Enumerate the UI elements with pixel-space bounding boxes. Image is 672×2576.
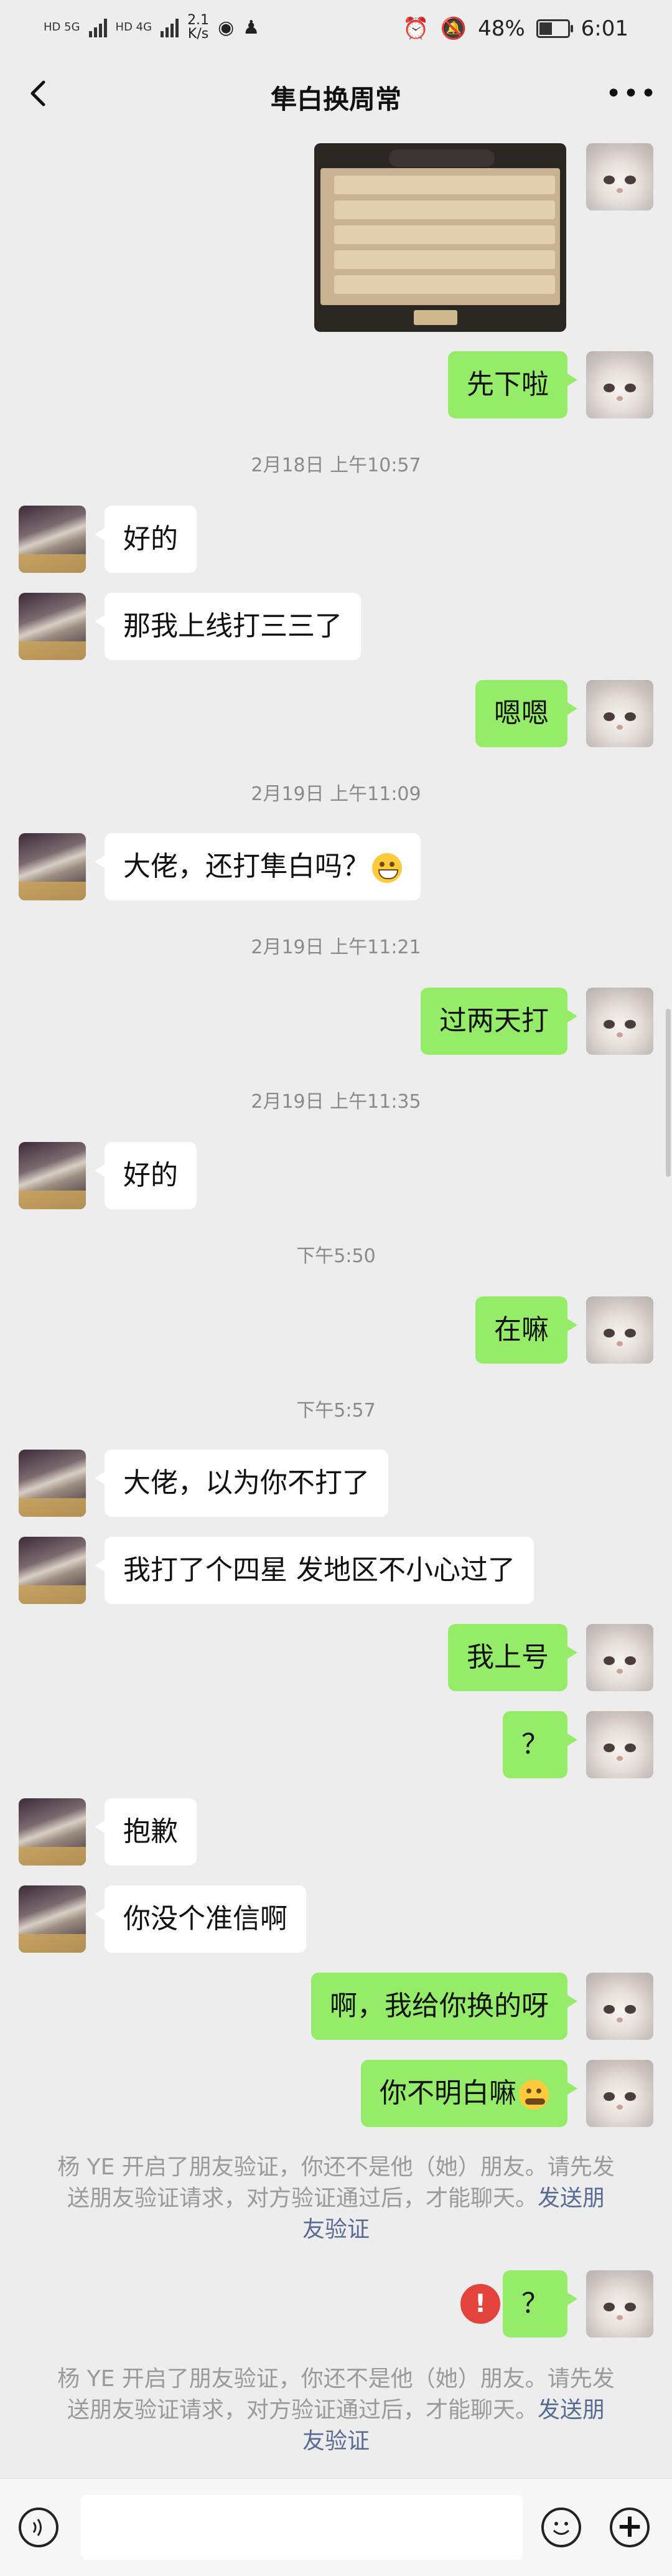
- status-right: ⏰ 🔕 48% 6:01: [403, 16, 628, 41]
- alarm-icon: ⏰: [403, 16, 429, 41]
- message-bubble[interactable]: 在嘛: [475, 1296, 577, 1364]
- image-button: [414, 310, 457, 325]
- status-left: HD 5G HD 4G 2.1 K/s ◉ ♟: [44, 14, 259, 41]
- avatar[interactable]: [586, 2270, 653, 2338]
- avatar[interactable]: [19, 1798, 86, 1866]
- image-row: [334, 275, 555, 294]
- mute-icon: 🔕: [440, 16, 467, 41]
- message-bubble[interactable]: 那我上线打三三了: [95, 593, 361, 660]
- avatar[interactable]: [586, 1296, 653, 1364]
- system-message: 杨 YE 开启了朋友验证，你还不是他（她）朋友。请先发送朋友验证请求，对方验证通…: [57, 2154, 615, 2242]
- image-message[interactable]: [314, 143, 566, 332]
- avatar[interactable]: [19, 1142, 86, 1209]
- avatar[interactable]: [19, 506, 86, 573]
- avatar[interactable]: [19, 1885, 86, 1953]
- input-bar: +: [0, 2478, 672, 2576]
- timestamp: 2月18日 上午10:57: [251, 455, 421, 476]
- avatar[interactable]: [586, 1711, 653, 1778]
- more-dots-icon[interactable]: •••: [605, 76, 656, 111]
- signal-icon: [88, 17, 107, 37]
- message-bubble[interactable]: 嗯嗯: [475, 680, 577, 747]
- image-panel: [320, 168, 560, 305]
- message-bubble[interactable]: 你没个准信啊: [95, 1885, 306, 1953]
- wechat-icon: ◉: [218, 16, 235, 39]
- timestamp: 下午5:57: [296, 1400, 376, 1422]
- message-bubble[interactable]: 抱歉: [95, 1798, 197, 1866]
- avatar[interactable]: [586, 143, 653, 210]
- avatar[interactable]: [586, 1973, 653, 2040]
- avatar[interactable]: [19, 593, 86, 660]
- voice-icon[interactable]: [19, 2508, 58, 2547]
- message-bubble[interactable]: 我打了个四星 发地区不小心过了: [95, 1537, 534, 1604]
- timestamp: 2月19日 上午11:35: [251, 1091, 421, 1113]
- message-bubble[interactable]: 大佬，以为你不打了: [95, 1450, 388, 1517]
- avatar[interactable]: [586, 988, 653, 1055]
- status-bar: HD 5G HD 4G 2.1 K/s ◉ ♟ ⏰ 🔕 48% 6:01: [0, 0, 672, 62]
- message-bubble[interactable]: ？: [503, 1711, 577, 1778]
- system-message: 杨 YE 开启了朋友验证，你还不是他（她）朋友。请先发送朋友验证请求，对方验证通…: [57, 2366, 615, 2454]
- message-bubble[interactable]: 大佬，还打隼白吗？: [95, 833, 421, 900]
- image-row: [334, 176, 555, 194]
- clock: 6:01: [581, 16, 628, 41]
- title-bar: 隼白换周常 •••: [0, 62, 672, 125]
- message-bubble[interactable]: 过两天打: [421, 988, 577, 1055]
- avatar[interactable]: [586, 680, 653, 747]
- image-row: [334, 225, 555, 244]
- image-row: [334, 250, 555, 269]
- plus-icon[interactable]: +: [610, 2508, 650, 2547]
- message-bubble[interactable]: 先下啦: [448, 351, 577, 418]
- send-failed-icon[interactable]: !: [460, 2284, 500, 2324]
- message-bubble[interactable]: 好的: [95, 1142, 197, 1209]
- awkward-emoji-icon: [519, 2080, 549, 2110]
- message-bubble[interactable]: 啊，我给你换的呀: [311, 1973, 577, 2040]
- message-bubble[interactable]: 你不明白嘛: [361, 2060, 577, 2127]
- scrollbar[interactable]: [666, 1009, 671, 1177]
- network-speed: 2.1 K/s: [187, 12, 210, 42]
- sim2-label: HD 4G: [115, 21, 152, 34]
- avatar[interactable]: [19, 1450, 86, 1517]
- message-bubble[interactable]: 好的: [95, 506, 197, 573]
- message-input[interactable]: [81, 2495, 523, 2560]
- timestamp: 2月19日 上午11:09: [251, 783, 421, 805]
- image-header: [389, 149, 495, 167]
- battery-percent: 48%: [478, 16, 525, 41]
- avatar[interactable]: [586, 2060, 653, 2127]
- battery-icon: [536, 19, 573, 38]
- message-bubble[interactable]: ？: [503, 2270, 577, 2338]
- avatar[interactable]: [586, 1624, 653, 1691]
- avatar[interactable]: [19, 1537, 86, 1604]
- timestamp: 下午5:50: [296, 1245, 376, 1267]
- image-row: [334, 201, 555, 219]
- sim1-label: HD 5G: [44, 21, 80, 34]
- qq-icon: ♟: [243, 16, 260, 39]
- message-bubble[interactable]: 我上号: [448, 1624, 577, 1691]
- grin-emoji-icon: [372, 853, 402, 883]
- chat-title: 隼白换周常: [270, 84, 401, 115]
- avatar[interactable]: [19, 833, 86, 900]
- signal-icon: [161, 17, 179, 37]
- emoji-icon[interactable]: [541, 2508, 581, 2547]
- timestamp: 2月19日 上午11:21: [251, 937, 421, 958]
- avatar[interactable]: [586, 351, 653, 418]
